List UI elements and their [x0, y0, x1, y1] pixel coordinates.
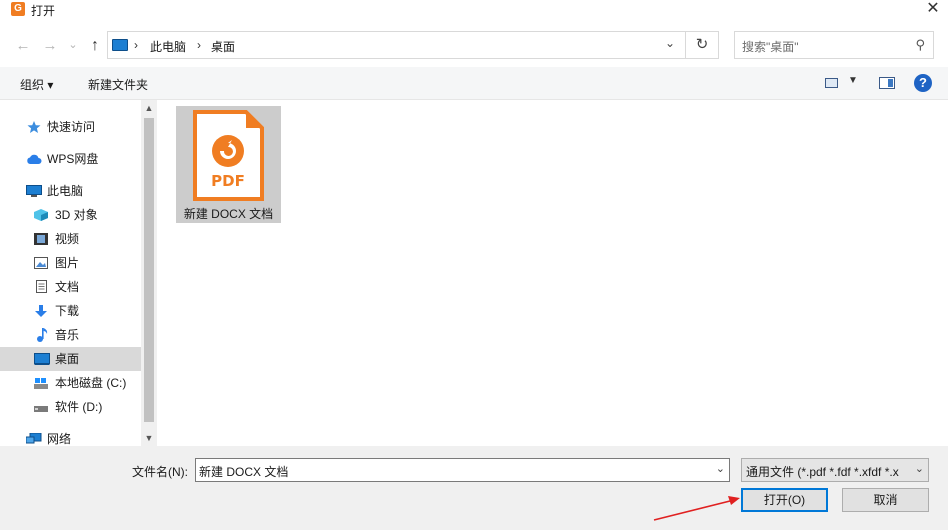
breadcrumb-desktop[interactable]: 桌面 [211, 38, 235, 55]
file-type-value: 通用文件 (*.pdf *.fdf *.xfdf *.x [746, 465, 899, 479]
film-icon [34, 233, 48, 245]
scroll-up-icon[interactable]: ▲ [141, 100, 157, 116]
computer-icon [26, 185, 42, 197]
picture-icon [34, 257, 48, 269]
star-icon [27, 121, 41, 133]
forward-button[interactable]: → [40, 37, 60, 55]
sidebar-item-downloads[interactable]: 下载 [0, 299, 141, 323]
document-icon [36, 280, 47, 293]
command-toolbar: 组织 ▾ 新建文件夹 ▼ ? [0, 67, 948, 100]
cloud-icon [27, 154, 42, 164]
chevron-down-icon[interactable]: ▼ [848, 75, 858, 86]
open-button[interactable]: 打开(O) [741, 488, 828, 512]
download-icon [35, 305, 47, 317]
drive-icon [34, 378, 48, 389]
sidebar-item-pictures[interactable]: 图片 [0, 251, 141, 275]
sidebar-item-label: 视频 [55, 232, 80, 246]
sidebar-item-drive-c[interactable]: 本地磁盘 (C:) [0, 371, 141, 395]
chevron-down-icon[interactable]: ⌄ [716, 462, 725, 475]
up-button[interactable]: ↑ [85, 37, 105, 55]
sidebar-item-label: 音乐 [55, 328, 80, 342]
sidebar-item-label: 本地磁盘 (C:) [55, 376, 127, 390]
filename-label: 文件名(N): [132, 465, 188, 479]
file-type-select[interactable]: 通用文件 (*.pdf *.fdf *.xfdf *.x ⌄ [741, 458, 929, 482]
sidebar-item-quick-access[interactable]: 快速访问 [0, 115, 141, 139]
music-icon [37, 328, 48, 342]
sidebar-item-videos[interactable]: 视频 [0, 227, 141, 251]
sidebar-item-label: 快速访问 [47, 120, 96, 134]
search-placeholder: 搜索"桌面" [742, 40, 799, 54]
dialog-footer: 文件名(N): 新建 DOCX 文档 ⌄ 通用文件 (*.pdf *.fdf *… [0, 446, 948, 530]
refresh-button[interactable]: ↻ [686, 31, 719, 59]
sidebar-item-this-pc[interactable]: 此电脑 [0, 179, 141, 203]
sidebar-item-wps-cloud[interactable]: WPS网盘 [0, 147, 141, 171]
sidebar-item-label: 下载 [55, 304, 80, 318]
breadcrumb-this-pc[interactable]: 此电脑 [150, 38, 186, 55]
sidebar-item-desktop[interactable]: 桌面 [0, 347, 141, 371]
foxit-app-icon: G [11, 2, 25, 16]
computer-icon [112, 39, 128, 51]
sidebar-item-label: 3D 对象 [55, 208, 98, 222]
window-title: 打开 [31, 4, 56, 18]
file-name-label: 新建 DOCX 文档 [183, 207, 274, 221]
cube-icon [34, 209, 48, 221]
sidebar-item-3d-objects[interactable]: 3D 对象 [0, 203, 141, 227]
preview-pane-icon[interactable] [879, 77, 895, 89]
desktop-icon [34, 353, 50, 365]
sidebar-item-drive-d[interactable]: 软件 (D:) [0, 395, 141, 419]
organize-button[interactable]: 组织 ▾ [20, 76, 53, 93]
close-button[interactable]: ✕ [918, 0, 948, 20]
sidebar-item-label: 软件 (D:) [55, 400, 103, 414]
new-folder-button[interactable]: 新建文件夹 [88, 76, 148, 93]
help-icon[interactable]: ? [914, 74, 932, 92]
scroll-thumb[interactable] [144, 118, 154, 422]
pdf-file-icon: PDF [193, 110, 264, 201]
filename-value[interactable]: 新建 DOCX 文档 [199, 463, 288, 480]
chevron-down-icon[interactable]: ⌄ [665, 36, 675, 50]
network-icon [26, 433, 42, 444]
breadcrumb-separator[interactable]: › [134, 38, 138, 52]
sidebar-item-label: WPS网盘 [47, 152, 99, 166]
cancel-button[interactable]: 取消 [842, 488, 929, 512]
sidebar-item-label: 此电脑 [47, 184, 84, 198]
annotation-arrow-icon [653, 496, 740, 521]
sidebar-item-documents[interactable]: 文档 [0, 275, 141, 299]
address-bar[interactable]: › 此电脑 › 桌面 ⌄ [107, 31, 686, 59]
search-icon[interactable]: ⚲ [915, 37, 925, 53]
sidebar-item-label: 文档 [55, 280, 80, 294]
chevron-down-icon[interactable]: ⌄ [915, 462, 924, 475]
navigation-pane: 快速访问 WPS网盘 此电脑 3D 对象 视频 图片 文档 下载 音乐 桌面 本… [0, 100, 157, 446]
file-list-area[interactable]: PDF 新建 DOCX 文档 [157, 100, 948, 446]
scroll-down-icon[interactable]: ▼ [141, 430, 157, 446]
filename-field[interactable]: 新建 DOCX 文档 ⌄ [195, 458, 730, 482]
breadcrumb-separator[interactable]: › [197, 38, 201, 52]
drive-icon [34, 406, 48, 412]
sidebar-item-label: 桌面 [55, 352, 80, 366]
recent-locations-button[interactable]: ⌄ [63, 36, 83, 54]
search-input[interactable]: 搜索"桌面" ⚲ [734, 31, 934, 59]
sidebar-item-label: 图片 [55, 256, 80, 270]
title-bar: G 打开 ✕ [0, 0, 948, 20]
file-item[interactable]: PDF 新建 DOCX 文档 [176, 106, 281, 223]
pdf-badge-text: PDF [211, 172, 245, 190]
back-button[interactable]: ← [13, 37, 33, 55]
sidebar-item-music[interactable]: 音乐 [0, 323, 141, 347]
sidebar-scrollbar[interactable]: ▲ ▼ [141, 100, 157, 446]
view-mode-icon[interactable] [825, 78, 838, 88]
